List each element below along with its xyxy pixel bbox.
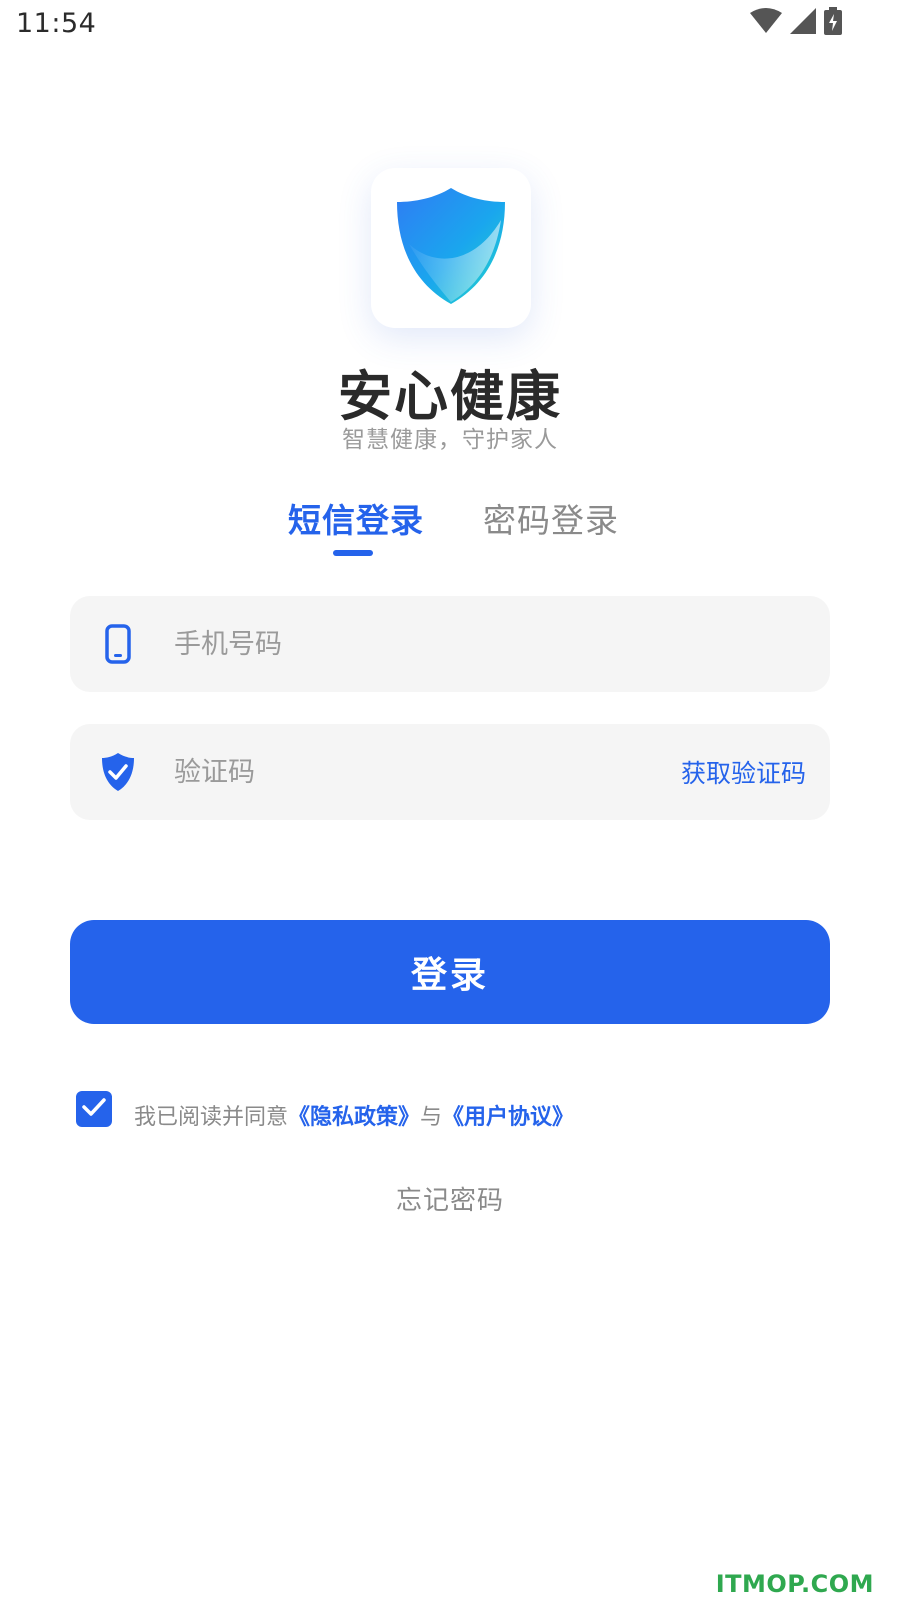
login-button[interactable]: 登录 [70, 920, 830, 1024]
verification-code-input[interactable] [174, 747, 614, 797]
tab-indicator [333, 550, 373, 556]
app-logo [371, 168, 531, 328]
battery-charging-icon [824, 7, 842, 39]
phone-input[interactable] [174, 619, 614, 669]
forgot-password-link[interactable]: 忘记密码 [0, 1180, 900, 1217]
agreement-conjunction: 与 [420, 1105, 443, 1130]
phone-icon [98, 624, 138, 664]
app-slogan: 智慧健康，守护家人 [342, 427, 558, 453]
shield-logo-icon [395, 186, 507, 310]
tab-password-login[interactable]: 密码登录 [483, 494, 619, 542]
verification-code-field[interactable]: 获取验证码 [70, 724, 830, 820]
status-icons [750, 7, 842, 39]
wifi-icon [750, 8, 782, 38]
user-agreement-link[interactable]: 《用户协议》 [442, 1105, 574, 1130]
status-bar: 11:54 [0, 0, 900, 50]
status-time: 11:54 [16, 8, 97, 39]
tab-sms-login[interactable]: 短信登录 [288, 494, 424, 542]
cellular-signal-icon [790, 8, 816, 38]
watermark: ITMOP.COM [715, 1570, 874, 1598]
get-code-button[interactable]: 获取验证码 [681, 754, 806, 790]
agreement-text: 我已阅读并同意《隐私政策》与《用户协议》 [134, 1099, 574, 1131]
agreement-prefix: 我已阅读并同意 [134, 1105, 289, 1130]
checkmark-icon [81, 1096, 107, 1122]
privacy-policy-link[interactable]: 《隐私政策》 [288, 1105, 420, 1130]
shield-check-icon [98, 752, 138, 792]
phone-field[interactable] [70, 596, 830, 692]
agreement-checkbox[interactable] [76, 1091, 112, 1127]
